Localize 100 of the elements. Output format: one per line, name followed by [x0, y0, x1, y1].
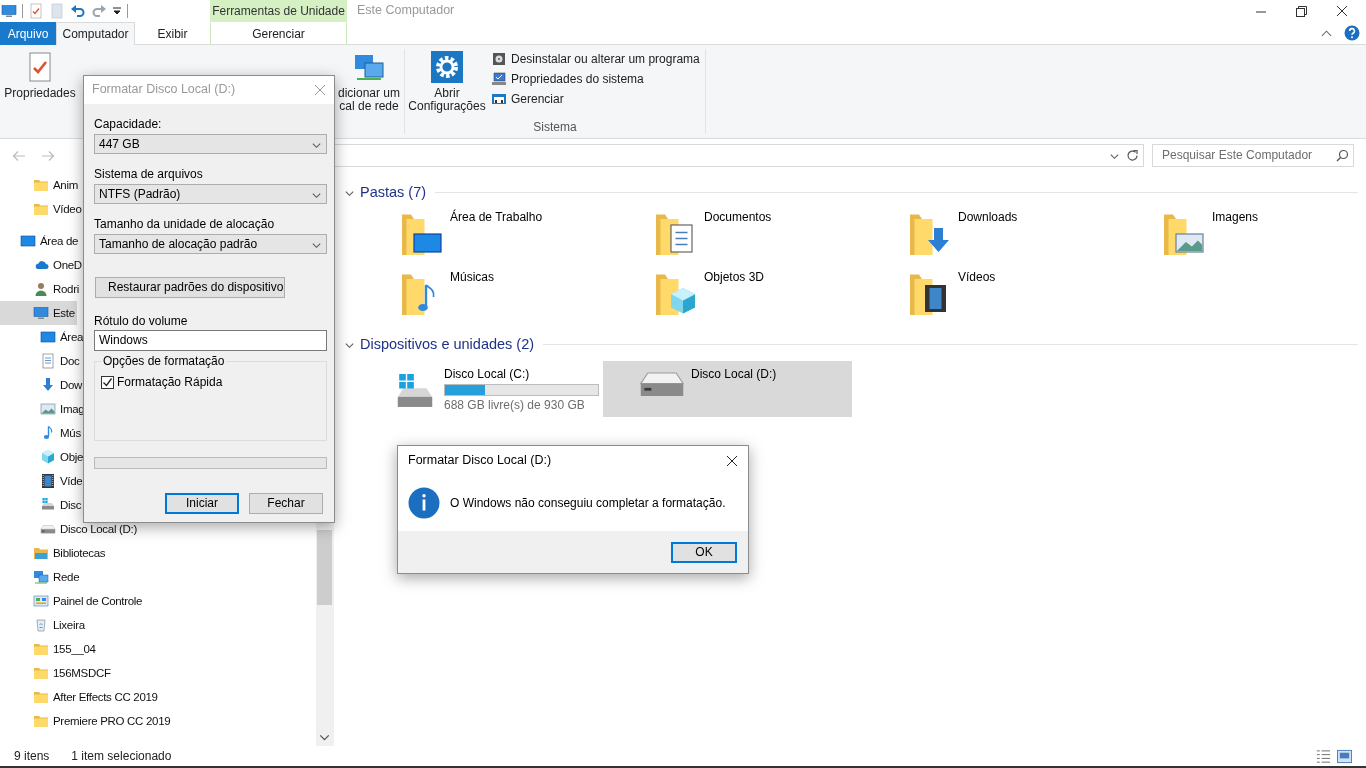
dialog-button[interactable]: Fechar [249, 493, 323, 514]
folder-item[interactable]: Objetos 3D [650, 267, 904, 327]
cube-icon [40, 449, 56, 465]
dropdown[interactable]: NTFS (Padrão) [94, 184, 327, 204]
computer-icon [1, 3, 17, 19]
sidebar-item[interactable]: Este [0, 301, 77, 325]
drive-label: Disco Local (D:) [691, 367, 777, 382]
context-tab-title: Ferramentas de Unidade [210, 0, 347, 22]
settings-icon [431, 51, 463, 83]
ribbon-button[interactable]: Abrir Configurações [405, 45, 489, 120]
field-label: Rótulo do volume [94, 314, 189, 329]
sidebar-item[interactable]: Área [0, 325, 86, 349]
tab[interactable]: Arquivo [0, 22, 56, 45]
sidebar-item[interactable]: Mús [0, 421, 83, 445]
folder-item[interactable]: Vídeos [904, 267, 1158, 327]
search-icon[interactable] [1336, 149, 1349, 162]
ribbon-button[interactable]: Desinstalar ou alterar um programa [489, 49, 702, 69]
recycle-bin-icon [33, 617, 49, 633]
folder-item[interactable]: Documentos [650, 207, 904, 267]
info-icon [408, 487, 440, 519]
sidebar-item[interactable]: Painel de Controle [0, 589, 145, 613]
folder-item[interactable]: Imagens [1158, 207, 1358, 267]
drive-tile[interactable]: Disco Local (D:) [603, 361, 852, 417]
dialog-button[interactable]: Iniciar [165, 493, 239, 514]
sidebar-item[interactable]: Lixeira [0, 613, 87, 637]
item-count: 9 itens [14, 748, 50, 764]
folder-icon [33, 641, 49, 657]
folder-icon [33, 689, 49, 705]
picture-icon [40, 401, 56, 417]
sidebar-item[interactable]: Premiere PRO CC 2019 [0, 709, 173, 733]
undo-icon[interactable] [70, 3, 86, 19]
sidebar-item[interactable]: Rede [0, 565, 82, 589]
search-field[interactable]: Pesquisar Este Computador [1152, 144, 1354, 167]
monitor-icon [20, 233, 36, 249]
sidebar-item[interactable]: Bibliotecas [0, 541, 108, 565]
sidebar-item[interactable]: Obje [0, 445, 86, 469]
system-icon [491, 71, 507, 87]
window-title: Este Computador [357, 3, 455, 19]
drive-icon [639, 371, 685, 398]
dropdown[interactable]: 447 GB [94, 134, 327, 154]
ribbon-button[interactable]: Propriedades [4, 45, 76, 138]
group-header[interactable]: Dispositivos e unidades (2) [360, 334, 535, 354]
group-label: Sistema [532, 120, 578, 136]
sidebar-item[interactable]: Anim [0, 173, 80, 197]
folder-icon [33, 177, 49, 193]
sidebar-item[interactable]: Dow [0, 373, 85, 397]
dialog-title: Formatar Disco Local (D:) [92, 82, 236, 98]
drive-tile[interactable]: Disco Local (C:) 688 GB livre(s) de 930 GB [384, 361, 603, 417]
folder-item[interactable]: Downloads [904, 207, 1158, 267]
sidebar-item[interactable]: 156MSDCF [0, 661, 113, 685]
customize-dropdown-icon[interactable] [112, 6, 122, 16]
folder-icon [33, 665, 49, 681]
folder-icon [33, 201, 49, 217]
tab[interactable]: Computador [56, 22, 135, 45]
sidebar-item[interactable]: Disc [0, 493, 84, 517]
download-arrow-icon [40, 377, 56, 393]
selection-count: 1 item selecionado [71, 748, 172, 764]
properties-icon [28, 3, 44, 19]
checkbox[interactable] [101, 376, 114, 389]
field-label: Capacidade: [94, 117, 163, 132]
volume-label-field[interactable]: Windows [94, 330, 327, 351]
message-text: O Windows não conseguiu completar a formatação. [450, 495, 726, 511]
group-title: Opções de formatação [101, 354, 227, 369]
restore-defaults-button[interactable]: Restaurar padrões do dispositivo [95, 277, 285, 298]
sidebar-item[interactable]: Víde [0, 469, 85, 493]
ribbon-button[interactable]: Propriedades do sistema [489, 69, 702, 89]
help-icon[interactable] [1344, 25, 1360, 41]
tab[interactable]: Exibir [135, 22, 210, 45]
collapse-ribbon-icon[interactable] [1321, 28, 1332, 38]
close-button[interactable] [1336, 5, 1348, 17]
sidebar-item[interactable]: OneD [0, 253, 84, 277]
sidebar-item[interactable]: Vídeo [0, 197, 84, 221]
control-panel-icon [33, 593, 49, 609]
ribbon-button[interactable]: dicionar um cal de rede [334, 45, 404, 138]
sidebar-item[interactable]: Área de [0, 229, 81, 253]
dropdown[interactable]: Tamanho de alocação padrão [94, 234, 327, 254]
sidebar-item[interactable]: Rodri [0, 277, 81, 301]
group-header[interactable]: Pastas (7) [360, 182, 427, 202]
large-icons-view-icon[interactable] [1337, 748, 1352, 764]
monitor-icon [40, 329, 56, 345]
sidebar-item[interactable]: 155__04 [0, 637, 98, 661]
windows-drive-icon [40, 497, 56, 513]
ribbon-button[interactable]: Gerenciar [489, 89, 702, 109]
document-icon [40, 353, 56, 369]
checkbox-label[interactable]: Formatação Rápida [117, 375, 223, 390]
ok-button[interactable]: OK [671, 541, 737, 563]
restore-button[interactable] [1296, 5, 1307, 17]
sidebar-item[interactable]: Doc [0, 349, 82, 373]
scroll-thumb[interactable] [317, 530, 332, 605]
close-button[interactable] [726, 455, 738, 467]
sidebar-item[interactable]: After Effects CC 2019 [0, 685, 160, 709]
film-icon [40, 473, 56, 489]
folder-item[interactable]: Músicas [396, 267, 650, 327]
drive-icon [40, 524, 56, 534]
sidebar-item[interactable]: Disco Local (D:) [0, 517, 139, 541]
folder-icon [33, 713, 49, 729]
refresh-icon[interactable] [1126, 149, 1139, 162]
user-icon [33, 281, 49, 297]
details-view-icon[interactable] [1316, 748, 1331, 764]
folder-item[interactable]: Área de Trabalho [396, 207, 650, 267]
